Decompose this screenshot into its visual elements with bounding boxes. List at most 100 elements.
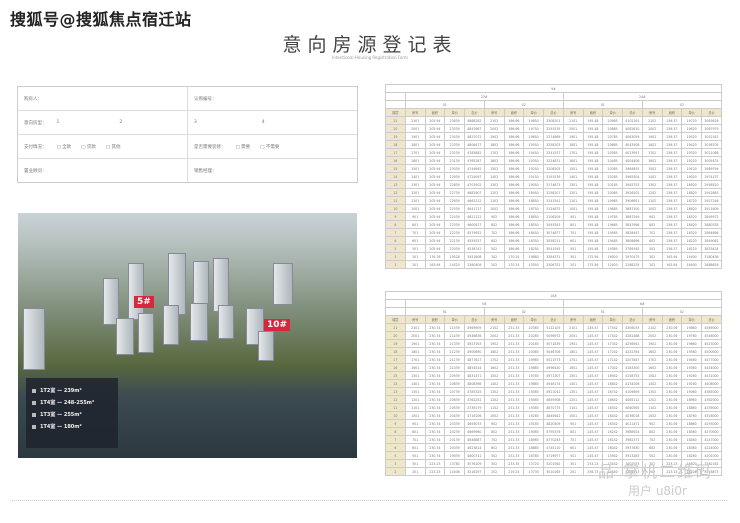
table-cell: 230.06 — [661, 363, 683, 372]
table-cell: 195.48 — [582, 172, 604, 181]
table-cell: 702 — [641, 435, 663, 444]
table-cell: 245.47 — [582, 339, 604, 348]
table-cell: 17342 — [602, 339, 623, 348]
table-cell: 2101 — [404, 323, 426, 332]
table-cell: 21139 — [444, 355, 465, 364]
table-cell: 6 — [385, 236, 406, 245]
table-cell: 1602 — [641, 363, 663, 372]
table-cell: 802 — [641, 220, 663, 229]
table-cell: 2864698 — [701, 228, 722, 237]
table-cell: 9 — [385, 419, 406, 428]
table-cell: 22039 — [444, 244, 465, 253]
table-cell: 1802 — [641, 140, 663, 149]
table-cell: 1702 — [641, 355, 663, 364]
table-cell: 3 — [385, 459, 406, 468]
table-cell: 17542 — [602, 323, 623, 332]
footnote-line — [12, 500, 727, 504]
intent-field[interactable]: 意向房型： 1 2 — [18, 111, 187, 134]
table-cell: 4281488 — [622, 331, 643, 340]
table-cell: 4682907 — [464, 188, 485, 197]
table-cell: 195.48 — [582, 228, 604, 237]
table-cell: 20239 — [444, 427, 465, 436]
col-header: 总价 — [464, 315, 485, 324]
table-cell: 156.37 — [661, 116, 683, 125]
table-cell: 901 — [404, 419, 426, 428]
table-cell: 702 — [483, 435, 505, 444]
table-cell: 3208205 — [543, 164, 564, 173]
table-cell: 5046706 — [543, 347, 564, 356]
page-subtitle: Intentional Housing Registration Form — [332, 55, 408, 60]
payment-full-checkbox[interactable]: □ 全款 — [57, 144, 72, 158]
table-cell: 166.66 — [503, 236, 525, 245]
table-cell: 501 — [562, 244, 584, 253]
table-cell: 4600527 — [464, 220, 485, 229]
table-cell: 9 — [385, 212, 406, 221]
table-cell: 230.06 — [661, 371, 683, 380]
group-header: 6# — [562, 299, 723, 308]
table-cell: 17442 — [602, 331, 623, 340]
table-cell: 18920 — [681, 180, 702, 189]
table-cell: 3274869 — [543, 132, 564, 141]
table-cell: 20280 — [523, 331, 544, 340]
table-cell: 1102 — [483, 403, 505, 412]
table-cell: 230.74 — [424, 371, 446, 380]
table-cell: 230.06 — [661, 395, 683, 404]
table-cell: 223.23 — [424, 467, 446, 476]
table-cell: 4600741 — [464, 451, 485, 460]
table-cell: 170.24 — [503, 260, 525, 269]
table-cell: 4454000 — [701, 363, 722, 372]
payment-other-checkbox[interactable]: □ 其他 — [106, 144, 121, 158]
table-row: 6 601 205.94 22139 4559337 602 166.66 18350 3058… — [385, 236, 722, 245]
table-cell: 195.48 — [582, 116, 604, 125]
table-cell: 19860 — [681, 323, 702, 332]
watermark: 搜狐号@搜狐焦点宿迁站 — [10, 10, 192, 29]
qr-watermark: 品 掌机二维码 — [598, 462, 714, 481]
table-cell: 22439 — [444, 212, 465, 221]
table-cell: 602 — [483, 236, 505, 245]
table-row: 14 1401 230.74 20839 4808398 1402 251.33 19680 4… — [385, 379, 722, 388]
table-row: 13 1301 230.74 20739 4785325 1302 251.33 19580 4… — [385, 387, 722, 396]
subscription-no-field[interactable]: 认购编号： — [187, 87, 357, 110]
decoration-no-checkbox[interactable]: □ 不需要 — [260, 144, 279, 158]
table-cell: 245.47 — [582, 403, 604, 412]
buyer-field[interactable]: 购房人： — [18, 87, 187, 110]
table-cell: 14 — [385, 172, 406, 181]
table-cell: 3937830 — [622, 443, 643, 452]
table-cell: 2002 — [483, 331, 505, 340]
decoration-field: 是否需要装修： □ 需要 □ 不需要 — [187, 135, 357, 158]
table-cell: 156.37 — [661, 188, 683, 197]
intent-field-2[interactable]: 34 — [187, 111, 357, 134]
table-cell: 3021068 — [701, 148, 722, 157]
table-cell: 4724097 — [464, 172, 485, 181]
table-cell: 4232394 — [622, 347, 643, 356]
table-cell: 1602 — [483, 363, 505, 372]
table-row: 7 701 205.94 22239 4579932 702 166.66 18450 3074… — [385, 228, 722, 237]
manager-field[interactable]: 销售经理： — [187, 159, 357, 182]
consultant-field[interactable]: 置业顾问： — [18, 159, 187, 182]
col-header: 房号 — [641, 108, 663, 117]
table-cell: 230.74 — [424, 379, 446, 388]
decoration-yes-checkbox[interactable]: □ 需要 — [236, 144, 251, 158]
table-row: 18 1801 205.94 23339 4806477 1802 166.66 19550 3… — [385, 140, 722, 149]
table-cell: 156.37 — [661, 148, 683, 157]
table-cell: 230.74 — [424, 435, 446, 444]
table-cell: 195.48 — [582, 156, 604, 165]
table-row: 18 1801 230.74 21239 4900690 1802 251.33 20080 5… — [385, 347, 722, 356]
table-cell: 195.48 — [582, 148, 604, 157]
table-cell: 17042 — [602, 363, 623, 372]
table-cell: 156.37 — [661, 180, 683, 189]
table-cell: 20439 — [444, 411, 465, 420]
table-cell: 16242 — [602, 427, 623, 436]
table-cell: 18750 — [523, 204, 544, 213]
table-cell: 202 — [483, 260, 505, 269]
table-cell: 2001 — [404, 331, 426, 340]
table-cell: 1401 — [562, 379, 584, 388]
legend-item: 1T4室 — 248-255m² — [32, 399, 112, 406]
table-cell: 20039 — [444, 443, 465, 452]
payment-loan-checkbox[interactable]: □ 贷款 — [81, 144, 96, 158]
table-cell: 16342 — [602, 419, 623, 428]
table-cell: 1601 — [562, 156, 584, 165]
table-cell: 175.56 — [582, 252, 604, 261]
table-cell: 1501 — [404, 371, 426, 380]
table-cell: 601 — [404, 236, 426, 245]
